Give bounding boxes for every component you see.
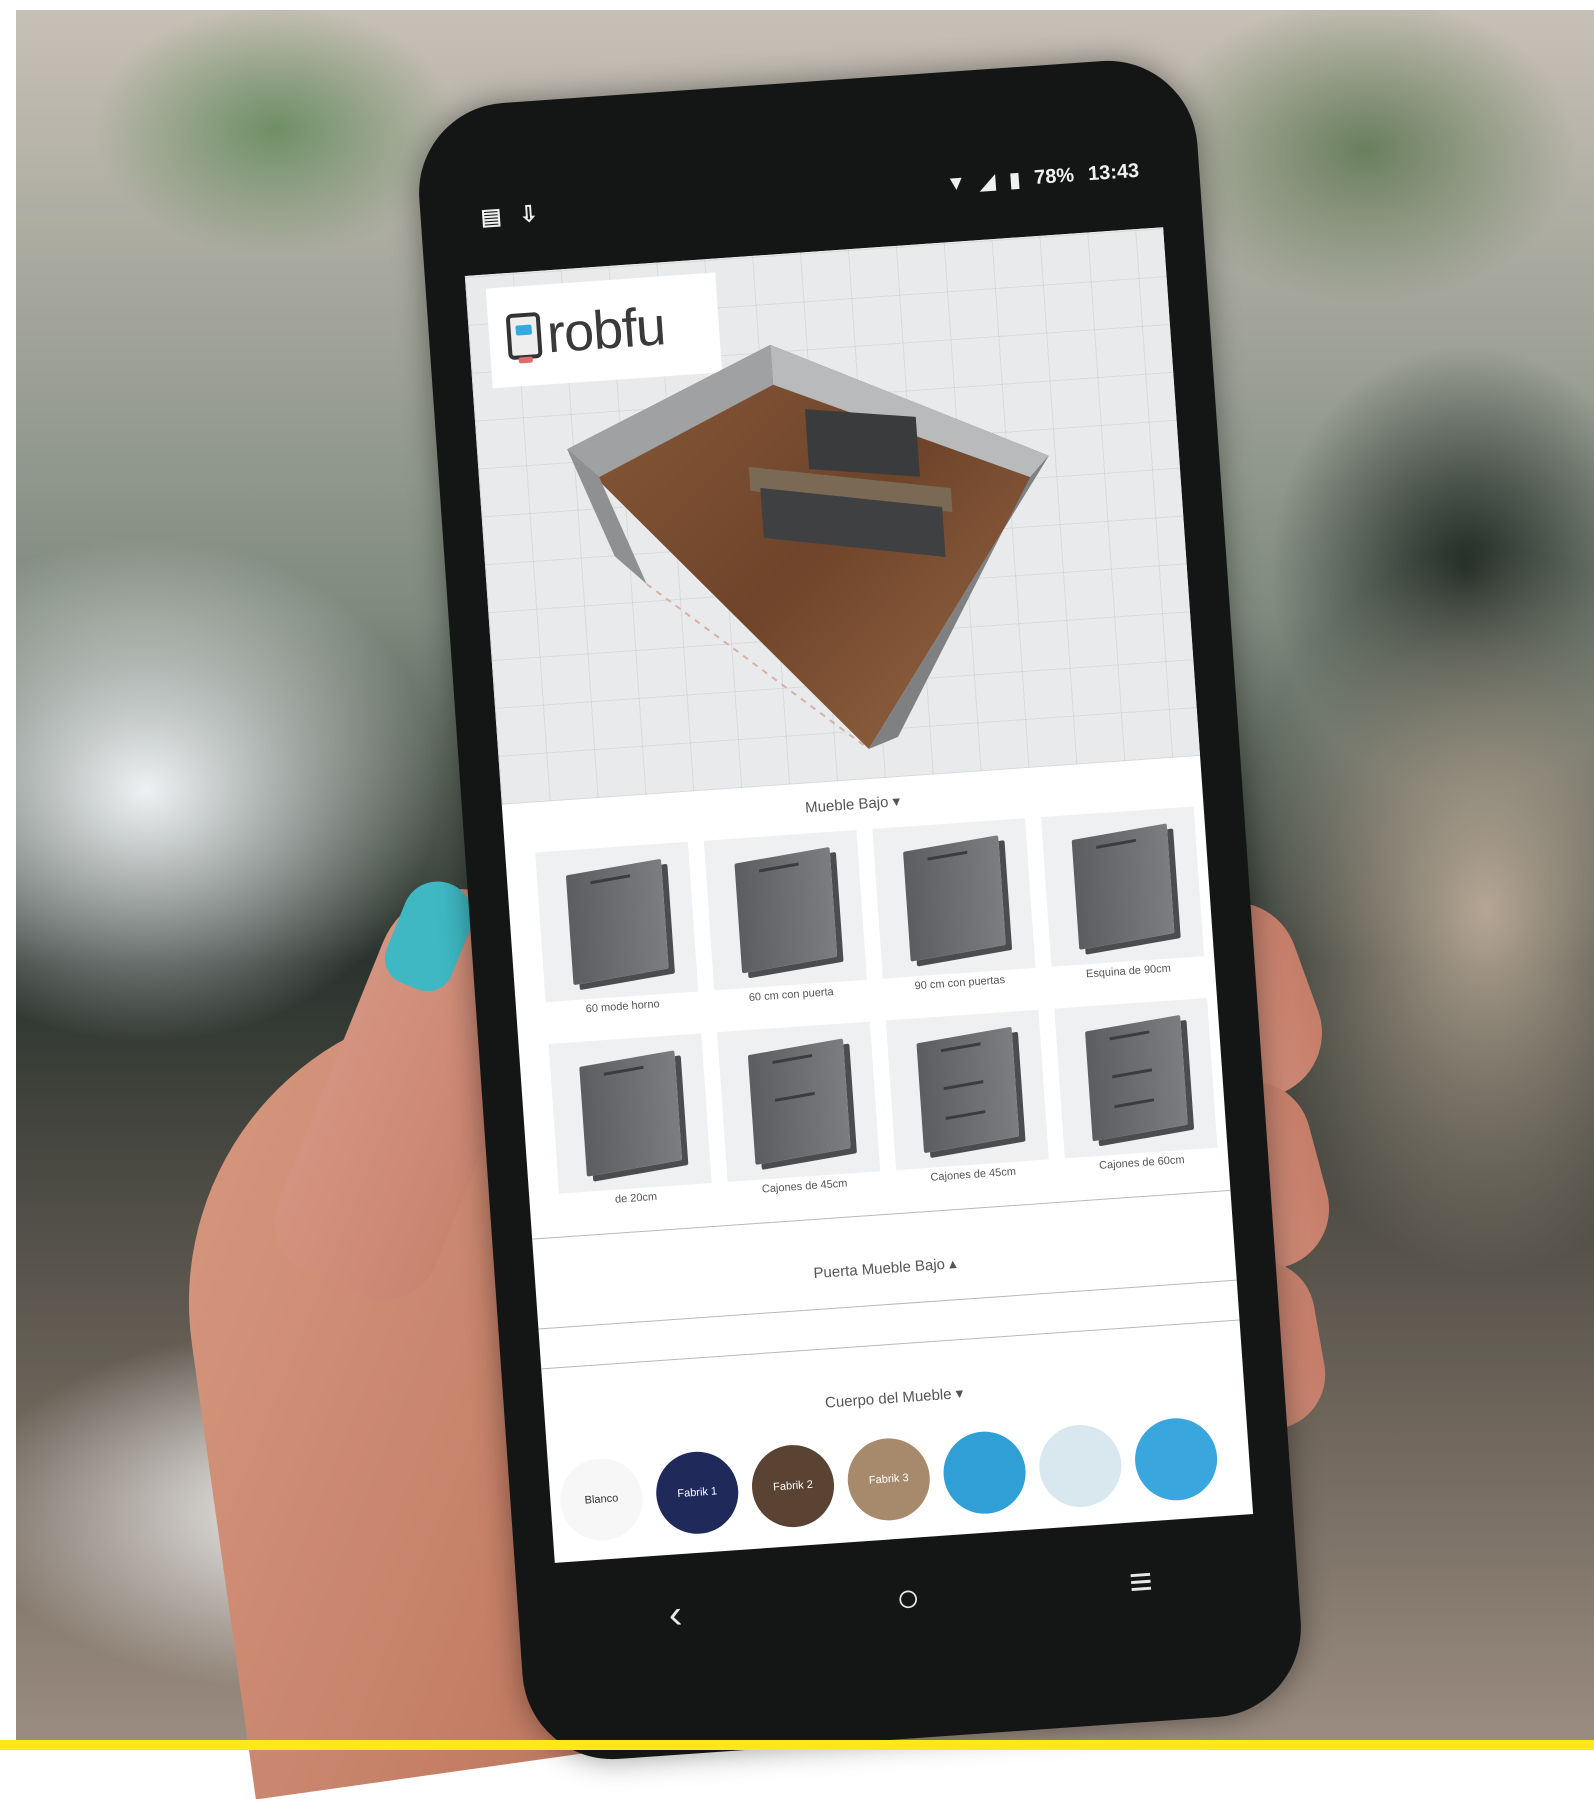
cabinet-label: 60 mode horno: [585, 998, 661, 1016]
cabinet-handle: [927, 850, 967, 861]
cabinet-label: Cajones de 60cm: [1098, 1153, 1185, 1172]
cabinet-thumbnail: [1040, 806, 1205, 967]
download-icon: ⇩: [518, 200, 539, 228]
material-swatch[interactable]: [1132, 1415, 1220, 1504]
material-swatch[interactable]: Fabrik 1: [653, 1449, 742, 1537]
menu-icon[interactable]: ≡: [1099, 1557, 1182, 1607]
clock: 13:43: [1087, 159, 1140, 186]
cabinet-card[interactable]: de 20cm: [548, 1033, 714, 1221]
cabinet-handle: [589, 874, 630, 885]
cabinet-card[interactable]: 60 mode horno: [535, 841, 700, 1030]
material-swatch[interactable]: [1036, 1422, 1125, 1510]
cabinet-thumbnail: [548, 1033, 712, 1194]
cabinet-model: [578, 1050, 682, 1177]
cabinet-handle: [1113, 1098, 1154, 1109]
cabinet-handle: [940, 1042, 981, 1053]
cabinet-label: 90 cm con puertas: [914, 974, 1006, 993]
cabinet-label: Esquina de 90cm: [1085, 962, 1172, 981]
cabinet-handle: [771, 1054, 812, 1065]
cabinet-card[interactable]: 90 cm con puertas: [872, 818, 1037, 1006]
cabinet-model: [1071, 823, 1174, 950]
cabinet-card[interactable]: Cajones de 45cm: [717, 1021, 882, 1210]
cabinet-model: [1084, 1014, 1188, 1142]
cabinet-handle: [945, 1110, 985, 1121]
cabinet-handle: [774, 1091, 815, 1102]
cabinet-label: Cajones de 45cm: [930, 1165, 1017, 1184]
cabinet-label: 60 cm con puerta: [748, 986, 835, 1004]
cabinet-model: [915, 1026, 1019, 1154]
cabinet-model: [747, 1038, 851, 1165]
status-bar: ▤ ⇩ ▼ ◢ ▮ 78% 13:43: [460, 157, 1161, 246]
yellow-bottom-bar: [0, 1740, 1594, 1750]
wifi-icon: ▼: [945, 171, 967, 196]
material-swatch[interactable]: Blanco: [557, 1455, 646, 1544]
cabinet-thumbnail: [703, 830, 867, 991]
cabinet-model: [733, 846, 837, 974]
material-swatch[interactable]: [940, 1428, 1029, 1517]
home-icon[interactable]: ○: [867, 1573, 950, 1623]
cabinet-handle: [603, 1065, 644, 1076]
cabinet-model: [565, 858, 669, 986]
cabinet-thumbnail: [872, 818, 1036, 979]
material-swatch[interactable]: Fabrik 2: [749, 1442, 837, 1530]
3d-kitchen-viewer[interactable]: robfu: [464, 227, 1201, 805]
back-icon[interactable]: ‹: [634, 1589, 717, 1639]
cabinet-card[interactable]: Cajones de 45cm: [885, 1009, 1051, 1198]
gallery-icon: ▤: [479, 203, 503, 230]
battery-percent: 78%: [1033, 164, 1075, 190]
material-swatches: Blanco Fabrik 1 Fabrik 2 Fabrik 3: [557, 1409, 1252, 1547]
cabinet-model: [902, 835, 1006, 962]
signal-icon: ◢: [979, 170, 997, 194]
cabinet-label: Cajones de 45cm: [761, 1177, 848, 1196]
robot-logo-icon: [505, 311, 543, 361]
app-screen: robfu Mueble Bajo ▾ 60 mode horno 60 cm …: [464, 227, 1254, 1563]
cabinet-card[interactable]: 60 cm con puerta: [703, 830, 869, 1018]
cabinet-label: de 20cm: [614, 1190, 658, 1206]
cabinet-grid: 60 mode horno 60 cm con puerta 90 cm con p…: [535, 806, 1219, 1221]
cabinet-card[interactable]: Esquina de 90cm: [1040, 806, 1206, 994]
material-swatch[interactable]: Fabrik 3: [845, 1435, 933, 1524]
cabinet-thumbnail: [885, 1009, 1049, 1171]
kitchen-room-render: [567, 344, 1049, 750]
cabinet-handle: [758, 862, 799, 873]
cabinet-handle: [1108, 1030, 1149, 1041]
section-base-door[interactable]: Puerta Mueble Bajo ▴: [535, 1235, 1235, 1302]
cabinet-thumbnail: [717, 1021, 881, 1182]
cabinet-thumbnail: [535, 841, 699, 1003]
divider-3: [541, 1319, 1240, 1370]
battery-icon: ▮: [1008, 169, 1022, 192]
cabinet-thumbnail: [1054, 998, 1218, 1159]
cabinet-handle: [1111, 1068, 1152, 1079]
cabinet-card[interactable]: Cajones de 60cm: [1054, 998, 1219, 1186]
smartphone: ▤ ⇩ ▼ ◢ ▮ 78% 13:43 robfu Mueble Bajo ▾ …: [413, 54, 1307, 1766]
cabinet-handle: [1095, 838, 1136, 849]
cabinet-handle: [943, 1080, 983, 1091]
